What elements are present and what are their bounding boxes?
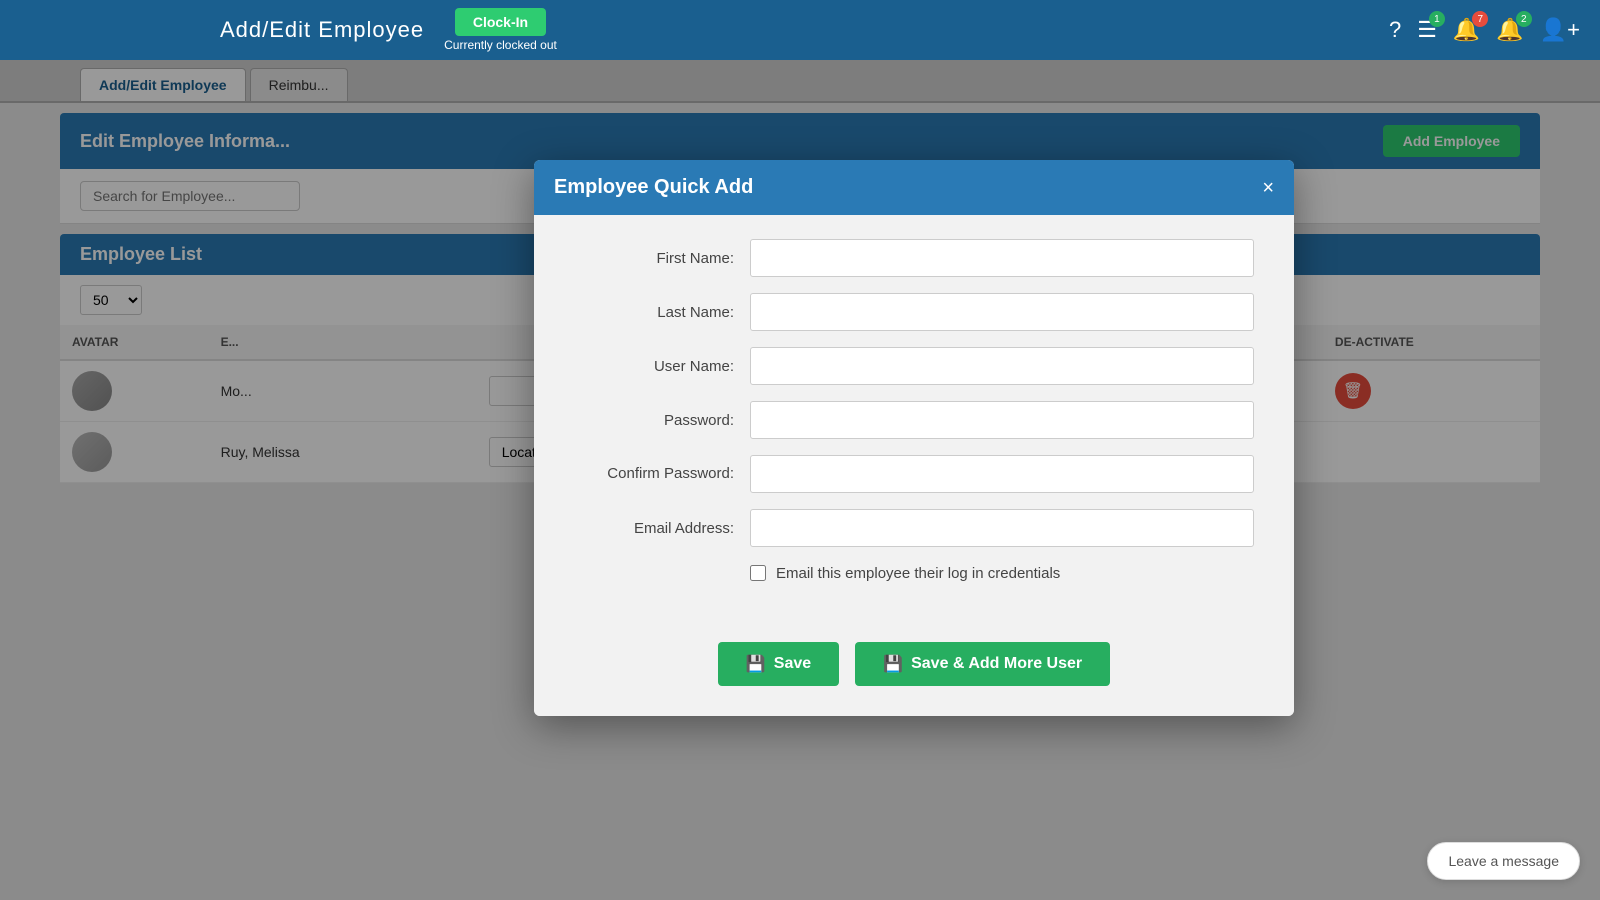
modal-close-button[interactable]: × (1262, 178, 1274, 198)
save-icon: 💾 (746, 654, 766, 674)
confirm-password-input[interactable] (750, 455, 1254, 493)
page-title: Add/Edit Employee (220, 17, 424, 43)
user-name-label: User Name: (574, 358, 734, 375)
bell1-badge: 7 (1472, 11, 1488, 27)
email-address-label: Email Address: (574, 520, 734, 537)
email-credentials-checkbox[interactable] (750, 565, 766, 581)
modal-body: First Name: Last Name: User Name: Passwo… (534, 215, 1294, 632)
save-more-icon: 💾 (883, 654, 903, 674)
user-name-input[interactable] (750, 347, 1254, 385)
leave-message-bubble[interactable]: Leave a message (1427, 842, 1580, 880)
email-address-input[interactable] (750, 509, 1254, 547)
save-button[interactable]: 💾 Save (718, 642, 839, 686)
list-icon[interactable]: ☰ 1 (1417, 17, 1437, 43)
first-name-row: First Name: (574, 239, 1254, 277)
password-row: Password: (574, 401, 1254, 439)
last-name-row: Last Name: (574, 293, 1254, 331)
password-label: Password: (574, 412, 734, 429)
confirm-password-row: Confirm Password: (574, 455, 1254, 493)
main-content: Add/Edit Employee Reimbu... Edit Employe… (0, 60, 1600, 900)
modal-header: Employee Quick Add × (534, 160, 1294, 215)
clock-section: Clock-In Currently clocked out (444, 8, 557, 52)
modal-footer: 💾 Save 💾 Save & Add More User (534, 632, 1294, 716)
save-add-more-button[interactable]: 💾 Save & Add More User (855, 642, 1110, 686)
last-name-label: Last Name: (574, 304, 734, 321)
user-name-row: User Name: (574, 347, 1254, 385)
employee-quick-add-modal: Employee Quick Add × First Name: Last Na… (534, 160, 1294, 716)
clock-status: Currently clocked out (444, 38, 557, 52)
add-user-icon[interactable]: 👤+ (1540, 17, 1580, 43)
email-address-row: Email Address: (574, 509, 1254, 547)
list-badge: 1 (1429, 11, 1445, 27)
email-credentials-label: Email this employee their log in credent… (776, 563, 1060, 584)
bell2-icon[interactable]: 🔔 2 (1496, 17, 1523, 43)
modal-title: Employee Quick Add (554, 176, 753, 199)
confirm-password-label: Confirm Password: (574, 464, 734, 484)
top-icons: ? ☰ 1 🔔 7 🔔 2 👤+ (1389, 17, 1580, 43)
password-input[interactable] (750, 401, 1254, 439)
first-name-input[interactable] (750, 239, 1254, 277)
save-label: Save (774, 655, 811, 673)
help-icon[interactable]: ? (1389, 17, 1401, 43)
bell2-badge: 2 (1516, 11, 1532, 27)
clock-in-button[interactable]: Clock-In (455, 8, 546, 36)
top-bar: Add/Edit Employee Clock-In Currently clo… (0, 0, 1600, 60)
bell1-icon[interactable]: 🔔 7 (1453, 17, 1480, 43)
first-name-label: First Name: (574, 250, 734, 267)
email-credentials-row: Email this employee their log in credent… (750, 563, 1254, 584)
last-name-input[interactable] (750, 293, 1254, 331)
save-more-label: Save & Add More User (911, 655, 1082, 673)
